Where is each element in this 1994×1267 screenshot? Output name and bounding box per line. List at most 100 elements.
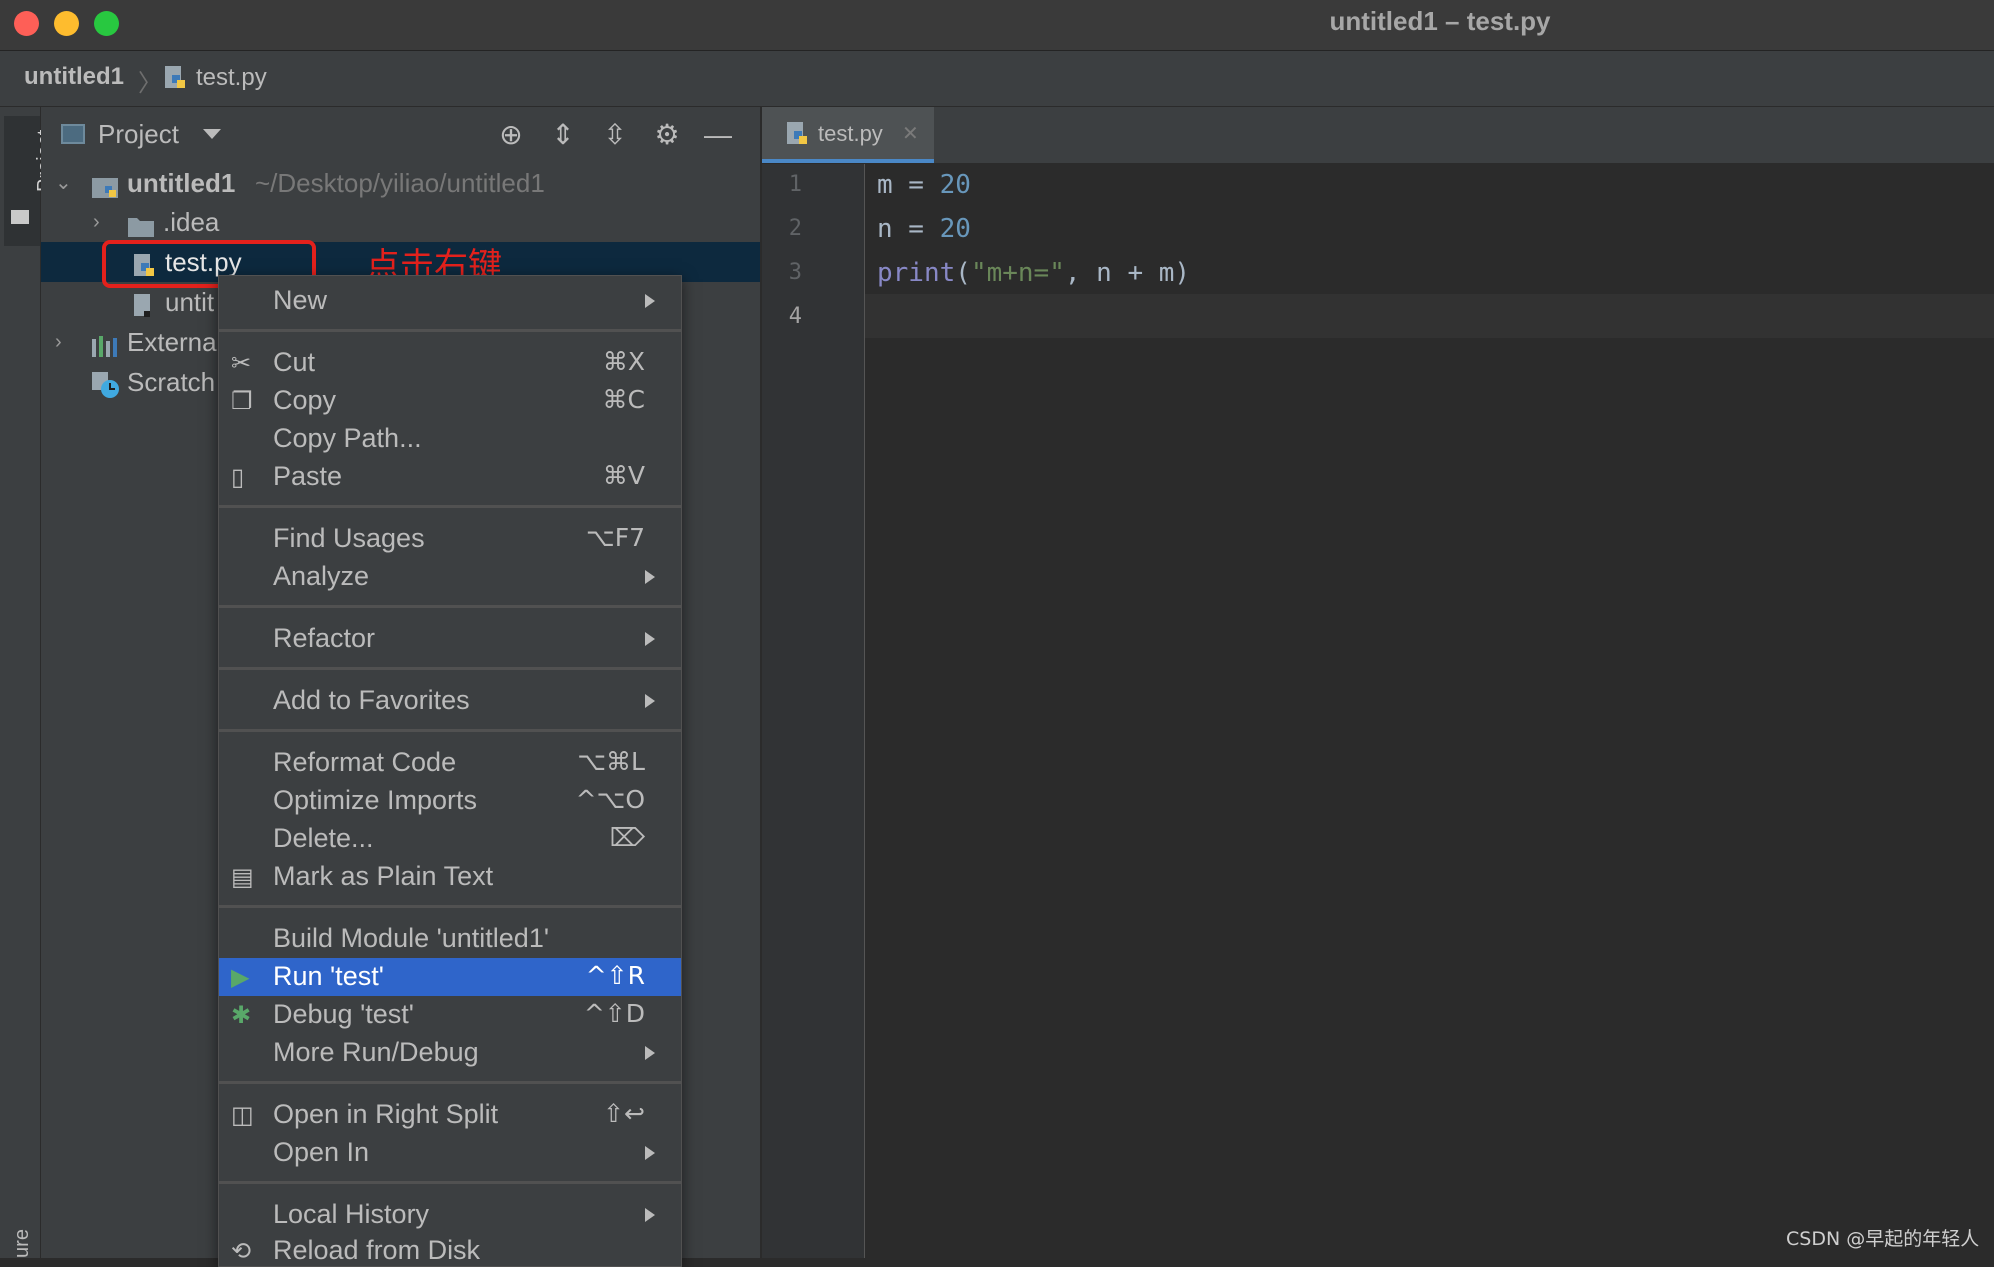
code-token: , n + m) [1064,258,1191,288]
editor-tab-bar: test.py ✕ [762,107,1994,164]
scissors-icon: ✂ [231,349,252,377]
window-maximize-button[interactable] [94,11,119,36]
untitled-file-name: untit [165,287,215,317]
menu-shortcut: ⌥F7 [585,523,645,552]
menu-item-find-usages[interactable]: Find Usages ⌥F7 [219,520,681,558]
code-number: 20 [939,214,971,244]
close-icon[interactable]: ✕ [902,121,919,146]
code-editor[interactable]: m = 20 n = 20 print("m+n=", n + m) [865,164,1994,1258]
menu-item-more-run-debug[interactable]: More Run/Debug [219,1034,681,1072]
chevron-right-icon[interactable]: › [93,202,100,242]
submenu-arrow-icon [645,294,655,308]
code-token: ( [955,258,971,288]
code-line-3[interactable]: print("m+n=", n + m) [877,258,1190,288]
menu-label: Add to Favorites [273,685,470,715]
breadcrumb-project[interactable]: untitled1 [24,63,124,91]
submenu-arrow-icon [645,632,655,646]
menu-item-open-in[interactable]: Open In [219,1134,681,1172]
menu-item-delete[interactable]: Delete... ⌦ [219,820,681,858]
breadcrumb-file[interactable]: test.py [196,64,267,92]
watermark: CSDN @早起的年轻人 [1786,1228,1980,1250]
expand-all-icon[interactable]: ⇕ [545,117,581,153]
menu-item-reload-from-disk[interactable]: ⟲ Reload from Disk [219,1232,681,1266]
menu-shortcut: ⌦ [609,823,645,852]
menu-item-copy[interactable]: ❐ Copy ⌘C [219,382,681,420]
submenu-arrow-icon [645,1046,655,1060]
line-number: 4 [788,304,802,329]
window-close-button[interactable] [14,11,39,36]
menu-item-cut[interactable]: ✂ Cut ⌘X [219,344,681,382]
menu-label: Mark as Plain Text [273,861,494,891]
menu-item-mark-as-plain-text[interactable]: ▤ Mark as Plain Text [219,858,681,896]
menu-item-optimize-imports[interactable]: Optimize Imports ^⌥O [219,782,681,820]
code-token: m [877,170,893,200]
scratches-name: Scratch [127,367,216,397]
context-menu: New ✂ Cut ⌘X ❐ Copy ⌘C Copy Path... ▯ Pa… [218,275,682,1267]
tree-item-root[interactable]: ⌄ untitled1 ~/Desktop/yiliao/untitled1 [41,163,760,203]
chevron-right-icon[interactable]: › [55,322,62,362]
menu-label: Copy [273,385,337,415]
menu-label: New [273,285,328,315]
submenu-arrow-icon [645,1146,655,1160]
menu-item-local-history[interactable]: Local History [219,1196,681,1234]
menu-label: Open in Right Split [273,1099,499,1129]
code-string: "m+n=" [970,258,1065,288]
folder-icon [11,210,29,224]
menu-shortcut: ⇧↩ [603,1099,645,1128]
chevron-down-icon[interactable] [203,129,221,139]
submenu-arrow-icon [645,570,655,584]
menu-label: Cut [273,347,316,377]
reload-icon: ⟲ [231,1237,252,1265]
hide-panel-icon[interactable]: — [700,117,736,153]
left-tool-strip [0,107,41,1258]
menu-label: More Run/Debug [273,1037,479,1067]
locate-icon[interactable]: ⊕ [493,117,529,153]
structure-tool-label[interactable]: ure [11,1229,34,1258]
project-view-selector[interactable]: Project [98,119,179,150]
menu-label: Delete... [273,823,374,853]
menu-item-refactor[interactable]: Refactor [219,620,681,658]
menu-item-open-in-right-split[interactable]: ◫ Open in Right Split ⇧↩ [219,1096,681,1134]
menu-item-paste[interactable]: ▯ Paste ⌘V [219,458,681,496]
menu-item-build-module[interactable]: Build Module 'untitled1' [219,920,681,958]
tree-item-idea[interactable]: › .idea [41,202,760,242]
breadcrumb: untitled1 〉 test.py [0,51,1994,107]
menu-separator [219,505,681,508]
menu-separator [219,1181,681,1184]
menu-label: Run 'test' [273,961,384,991]
menu-item-add-to-favorites[interactable]: Add to Favorites [219,682,681,720]
menu-item-reformat-code[interactable]: Reformat Code ⌥⌘L [219,744,681,782]
menu-item-new[interactable]: New [219,282,681,320]
window-minimize-button[interactable] [54,11,79,36]
menu-separator [219,329,681,332]
menu-item-run-test[interactable]: ▶ Run 'test' ^⇧R [219,958,681,996]
menu-shortcut: ^⇧D [583,999,645,1028]
menu-shortcut: ⌘X [602,347,645,376]
external-libraries-name: Externa [127,327,217,357]
chevron-down-icon[interactable]: ⌄ [55,163,72,203]
tab-test-py[interactable]: test.py ✕ [762,107,934,163]
menu-label: Optimize Imports [273,785,478,815]
menu-label: Refactor [273,623,376,653]
debug-bug-icon: ✱ [231,1001,252,1029]
submenu-arrow-icon [645,1208,655,1222]
code-line-2[interactable]: n = 20 [877,214,971,244]
collapse-all-icon[interactable]: ⇳ [597,117,633,153]
gear-icon[interactable]: ⚙ [649,117,685,153]
menu-item-analyze[interactable]: Analyze [219,558,681,596]
code-token: n [877,214,893,244]
menu-separator [219,729,681,732]
menu-label: Build Module 'untitled1' [273,923,549,953]
menu-label: Open In [273,1137,370,1167]
line-number: 1 [788,172,802,197]
menu-separator [219,905,681,908]
menu-shortcut: ^⌥O [575,785,645,814]
menu-item-copy-path[interactable]: Copy Path... [219,420,681,458]
menu-item-debug-test[interactable]: ✱ Debug 'test' ^⇧D [219,996,681,1034]
submenu-arrow-icon [645,694,655,708]
breadcrumb-separator: 〉 [138,70,162,97]
root-folder-name: untitled1 [127,168,236,198]
code-line-1[interactable]: m = 20 [877,170,971,200]
code-token: = [892,170,940,200]
menu-label: Debug 'test' [273,999,414,1029]
